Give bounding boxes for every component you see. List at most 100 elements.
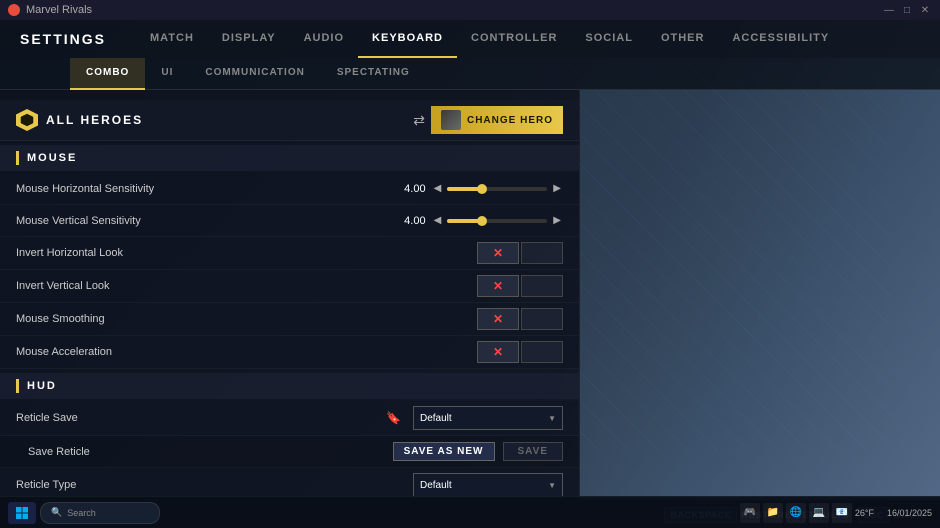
toggle-x-btn-v[interactable]: ✕ (477, 275, 519, 297)
toggle-empty-accel (521, 341, 563, 363)
slider-right-arrow-v[interactable]: ▶ (551, 213, 563, 228)
hud-section-accent (16, 379, 19, 393)
tab-controller[interactable]: CONTROLLER (457, 20, 571, 58)
search-icon: 🔍 (51, 507, 62, 518)
right-panel-bg (580, 90, 940, 500)
tab-audio[interactable]: AUDIO (290, 20, 358, 58)
change-hero-button[interactable]: ⇄ CHANGE HERO (413, 106, 563, 134)
titlebar: Marvel Rivals — □ ✕ (0, 0, 940, 20)
taskbar-icon-4[interactable]: 💻 (809, 503, 829, 523)
reticle-save-value: Default (420, 413, 548, 424)
taskbar-icon-2[interactable]: 📁 (763, 503, 783, 523)
hero-portrait (441, 110, 461, 130)
reticle-type-value: Default (420, 480, 548, 491)
all-heroes-label: ALL HEROES (46, 113, 413, 127)
setting-row-invert-h: Invert Horizontal Look ✕ (0, 237, 579, 270)
toggle-empty-smooth (521, 308, 563, 330)
slider-left-arrow-v[interactable]: ◀ (432, 213, 444, 228)
subtab-combo[interactable]: COMBO (70, 58, 145, 90)
slider-track[interactable] (447, 187, 547, 191)
settings-panel: ALL HEROES ⇄ CHANGE HERO MOUSE Mouse Hor… (0, 90, 580, 500)
tab-accessibility[interactable]: ACCESSIBILITY (718, 20, 843, 58)
setting-row-mouse-accel: Mouse Acceleration ✕ (0, 336, 579, 369)
change-hero-text: CHANGE HERO (467, 115, 553, 126)
toggle-empty (521, 242, 563, 264)
toggle-x-btn-smooth[interactable]: ✕ (477, 308, 519, 330)
invert-h-label: Invert Horizontal Look (16, 247, 477, 259)
reticle-type-label: Reticle Type (16, 479, 405, 491)
invert-v-label: Invert Vertical Look (16, 280, 477, 292)
chevron-down-icon: ▼ (548, 414, 556, 423)
taskbar-icon-3[interactable]: 🌐 (786, 503, 806, 523)
start-button[interactable] (8, 502, 36, 524)
mouse-accel-toggle[interactable]: ✕ (477, 341, 563, 363)
toggle-x-btn-accel[interactable]: ✕ (477, 341, 519, 363)
setting-row-mouse-smoothing: Mouse Smoothing ✕ (0, 303, 579, 336)
mouse-smoothing-toggle[interactable]: ✕ (477, 308, 563, 330)
slider-right-arrow[interactable]: ▶ (551, 181, 563, 196)
bookmark-icon: 🔖 (386, 411, 401, 425)
taskbar-time: 16/01/2025 (887, 508, 932, 518)
tab-keyboard[interactable]: KEYBOARD (358, 20, 457, 58)
main-window: SETTINGS MATCH DISPLAY AUDIO KEYBOARD CO… (0, 20, 940, 528)
toggle-x-btn[interactable]: ✕ (477, 242, 519, 264)
content-area: ALL HEROES ⇄ CHANGE HERO MOUSE Mouse Hor… (0, 90, 940, 500)
mouse-smoothing-label: Mouse Smoothing (16, 313, 477, 325)
taskbar: 🔍 Search 🎮 📁 🌐 💻 📧 26°F 16/01/2025 (0, 496, 940, 528)
sub-nav: COMBO UI COMMUNICATION SPECTATING (0, 58, 940, 90)
taskbar-weather: 26°F (855, 508, 874, 518)
setting-row-mouse-h-sensitivity: Mouse Horizontal Sensitivity 4.00 ◀ ▶ (0, 173, 579, 205)
taskbar-icon-5[interactable]: 📧 (832, 503, 852, 523)
top-nav: SETTINGS MATCH DISPLAY AUDIO KEYBOARD CO… (0, 20, 940, 58)
tab-display[interactable]: DISPLAY (208, 20, 290, 58)
swap-icon: ⇄ (413, 112, 425, 129)
tab-match[interactable]: MATCH (136, 20, 208, 58)
chevron-down-icon-rt: ▼ (548, 481, 556, 490)
setting-row-mouse-v-sensitivity: Mouse Vertical Sensitivity 4.00 ◀ ▶ (0, 205, 579, 237)
invert-v-toggle[interactable]: ✕ (477, 275, 563, 297)
hero-selector: ALL HEROES ⇄ CHANGE HERO (0, 100, 579, 141)
settings-title: SETTINGS (20, 31, 106, 47)
mouse-h-sensitivity-label: Mouse Horizontal Sensitivity (16, 183, 381, 195)
reticle-save-dropdown[interactable]: Default ▼ (413, 406, 563, 430)
setting-row-reticle-save: Reticle Save 🔖 Default ▼ (0, 401, 579, 436)
subtab-ui[interactable]: UI (145, 58, 189, 90)
app-icon (8, 4, 20, 16)
slider-left-arrow[interactable]: ◀ (432, 181, 444, 196)
reticle-save-label: Reticle Save (16, 412, 378, 424)
section-accent (16, 151, 19, 165)
subtab-communication[interactable]: COMMUNICATION (189, 58, 320, 90)
mouse-h-sensitivity-slider[interactable]: ◀ ▶ (432, 181, 563, 196)
taskbar-system-icons: 🎮 📁 🌐 💻 📧 26°F 16/01/2025 (740, 503, 932, 523)
mouse-h-sensitivity-value: 4.00 (381, 183, 426, 195)
app-title: Marvel Rivals (26, 4, 92, 16)
all-heroes-icon (16, 109, 38, 131)
toggle-empty-v (521, 275, 563, 297)
mouse-v-sensitivity-slider[interactable]: ◀ ▶ (432, 213, 563, 228)
mouse-section-header: MOUSE (0, 145, 579, 171)
hud-section-header: HUD (0, 373, 579, 399)
titlebar-title: Marvel Rivals (8, 4, 92, 16)
minimize-button[interactable]: — (882, 3, 896, 17)
invert-h-toggle[interactable]: ✕ (477, 242, 563, 264)
taskbar-icon-1[interactable]: 🎮 (740, 503, 760, 523)
setting-row-invert-v: Invert Vertical Look ✕ (0, 270, 579, 303)
mouse-section-label: MOUSE (27, 152, 77, 164)
slider-track-v[interactable] (447, 219, 547, 223)
save-button[interactable]: SAVE (503, 442, 564, 461)
tab-other[interactable]: OTHER (647, 20, 719, 58)
reticle-type-dropdown[interactable]: Default ▼ (413, 473, 563, 497)
titlebar-controls[interactable]: — □ ✕ (882, 3, 932, 17)
right-panel (580, 90, 940, 500)
hud-section-label: HUD (27, 380, 57, 392)
close-button[interactable]: ✕ (918, 3, 932, 17)
tab-social[interactable]: SOCIAL (571, 20, 647, 58)
save-reticle-row: Save Reticle SAVE AS NEW SAVE (0, 436, 579, 468)
mouse-accel-label: Mouse Acceleration (16, 346, 477, 358)
subtab-spectating[interactable]: SPECTATING (321, 58, 426, 90)
maximize-button[interactable]: □ (900, 3, 914, 17)
taskbar-search[interactable]: 🔍 Search (40, 502, 160, 524)
save-reticle-label: Save Reticle (28, 446, 385, 458)
change-hero-box[interactable]: CHANGE HERO (431, 106, 563, 134)
save-as-new-button[interactable]: SAVE AS NEW (393, 442, 495, 461)
